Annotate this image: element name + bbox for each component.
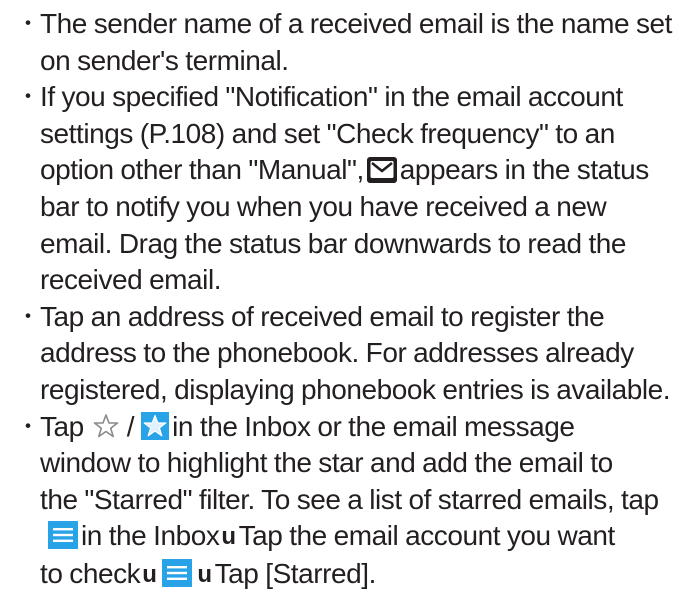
note-text: Tap (40, 410, 84, 442)
note-register-address: ・ Tap an address of received email to re… (14, 299, 678, 409)
note-text: in the Inbox or the email message (172, 410, 575, 442)
star-filled-icon (141, 411, 170, 440)
note-line: address to the phonebook. For addresses … (40, 337, 634, 369)
note-notification: ・ If you specified "Notification" in the… (14, 79, 678, 299)
note-line: email. Drag the status bar downwards to … (40, 227, 627, 259)
note-line: bar to notify you when you have received… (40, 190, 607, 222)
envelope-icon (366, 157, 397, 184)
note-line: on sender's terminal. (40, 44, 289, 76)
note-text: in the Inbox (81, 520, 220, 552)
note-line: window to highlight the star and add the… (40, 447, 613, 479)
menu-icon (48, 521, 78, 550)
bullet-marker: ・ (17, 84, 39, 110)
note-text: option other than "Manual", (40, 154, 364, 186)
note-text: to check (40, 557, 141, 589)
step-arrow: u (221, 523, 236, 551)
note-line: option other than "Manual", appears in th… (40, 152, 678, 189)
note-line: received email. (40, 264, 222, 296)
note-text: Tap [Starred]. (214, 557, 377, 589)
note-text: Tap the email account you want (238, 520, 616, 552)
document-page: ・ The sender name of a received email is… (0, 0, 684, 601)
bullet-marker: ・ (17, 413, 39, 439)
note-text: appears in the status (399, 154, 649, 186)
note-starred: ・ Tap / in the Inbox or the email message … (14, 409, 678, 594)
note-line: If you specified "Notification" in the e… (40, 81, 623, 113)
note-line: the "Starred" filter. To see a list of s… (40, 483, 659, 515)
bullet-marker: ・ (17, 303, 39, 329)
separator-slash: / (126, 410, 135, 442)
bullet-marker: ・ (17, 11, 39, 36)
note-line: in the Inboxu Tap the email account you w… (40, 518, 678, 556)
note-line: Tap / in the Inbox or the email message (40, 409, 678, 446)
menu-icon (162, 558, 193, 587)
note-sender-name: ・ The sender name of a received email is… (14, 6, 678, 79)
star-outline-icon (92, 412, 120, 440)
note-line: to checku u Tap [Starred]. (40, 556, 678, 594)
note-line: Tap an address of received email to regi… (40, 300, 605, 332)
step-arrow: u (197, 560, 212, 588)
step-arrow: u (142, 560, 157, 588)
notes-list: ・ The sender name of a received email is… (14, 6, 678, 594)
note-line: The sender name of a received email is t… (40, 8, 672, 39)
note-line: settings (P.108) and set "Check frequenc… (40, 117, 615, 149)
note-line: registered, displaying phonebook entries… (40, 373, 671, 405)
